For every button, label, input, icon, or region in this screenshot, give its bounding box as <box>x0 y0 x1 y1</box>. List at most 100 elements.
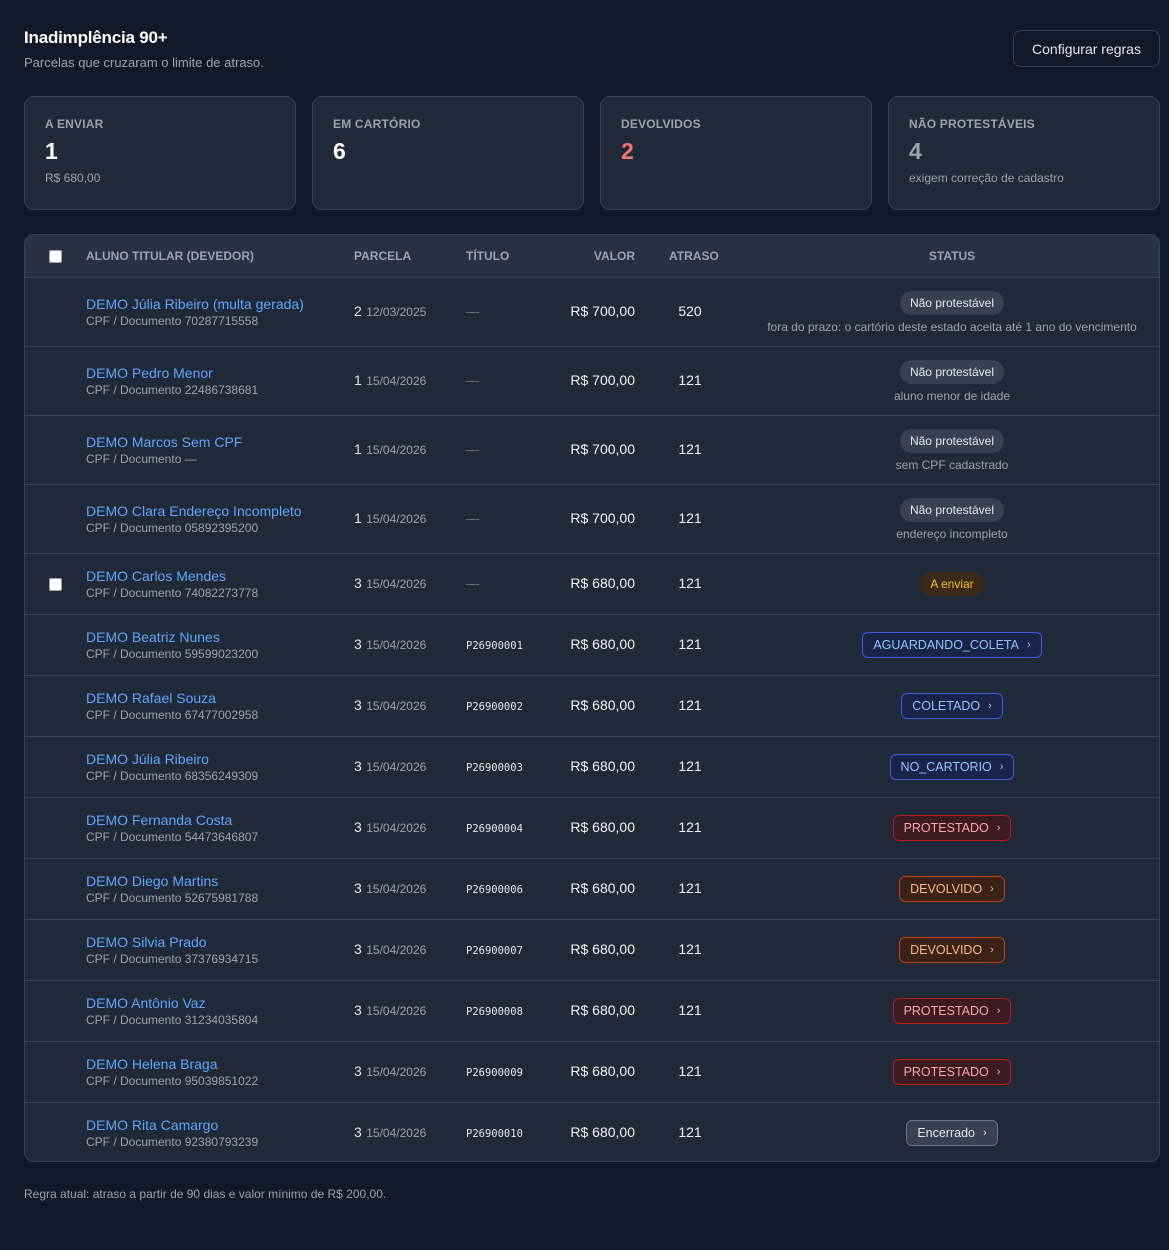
atraso-cell: 121 <box>635 1002 745 1020</box>
valor-amount: R$ 700,00 <box>570 372 635 388</box>
status-label: PROTESTADO <box>903 1065 989 1079</box>
titulo-code: P26900010 <box>466 1128 523 1140</box>
debtor-name-link[interactable]: DEMO Carlos Mendes <box>86 568 354 584</box>
status-cell: PROTESTADO › <box>745 998 1159 1024</box>
table-body: DEMO Júlia Ribeiro (multa gerada) CPF / D… <box>25 277 1159 1161</box>
valor-amount: R$ 680,00 <box>570 941 635 957</box>
atraso-cell: 121 <box>635 510 745 528</box>
parcela-number: 3 <box>354 880 362 896</box>
valor-amount: R$ 680,00 <box>570 1002 635 1018</box>
debtor-document: CPF / Documento 31234035804 <box>86 1013 259 1027</box>
atraso-days: 121 <box>678 372 702 388</box>
debtor-name-link[interactable]: DEMO Clara Endereço Incompleto <box>86 503 354 519</box>
debtor-cell: DEMO Helena Braga CPF / Documento 9503985… <box>86 1056 354 1088</box>
row-checkbox[interactable] <box>49 577 62 591</box>
status-pill[interactable]: COLETADO › <box>901 693 1003 719</box>
atraso-cell: 121 <box>635 880 745 898</box>
debtor-document: CPF / Documento 67477002958 <box>86 708 259 722</box>
card-label: A ENVIAR <box>45 117 104 131</box>
valor-cell: R$ 680,00 <box>538 941 635 959</box>
titulo-code: P26900004 <box>466 823 523 835</box>
debtor-name-link[interactable]: DEMO Júlia Ribeiro (multa gerada) <box>86 296 354 312</box>
debtor-cell: DEMO Pedro Menor CPF / Documento 22486738… <box>86 365 354 397</box>
parcela-date: 15/04/2026 <box>366 760 427 774</box>
configure-rules-button[interactable]: Configurar regras <box>1013 30 1160 67</box>
card-note: R$ 680,00 <box>45 171 101 185</box>
debtor-name-link[interactable]: DEMO Júlia Ribeiro <box>86 751 354 767</box>
titulo-cell: P26900009 <box>466 1063 538 1081</box>
status-label: DEVOLVIDO <box>910 943 983 957</box>
card-label: DEVOLVIDOS <box>621 117 701 131</box>
status-pill[interactable]: NO_CARTORIO › <box>889 754 1015 780</box>
debtor-name-link[interactable]: DEMO Pedro Menor <box>86 365 354 381</box>
status-label: COLETADO <box>912 699 981 713</box>
status-label: PROTESTADO <box>903 1004 989 1018</box>
select-all-checkbox[interactable] <box>49 249 62 263</box>
valor-cell: R$ 680,00 <box>538 1063 635 1081</box>
parcela-number: 3 <box>354 758 362 774</box>
card-devolvidos: DEVOLVIDOS 2 <box>600 96 872 210</box>
debtor-document: CPF / Documento 05892395200 <box>86 521 259 535</box>
status-pill[interactable]: Encerrado › <box>906 1120 998 1146</box>
valor-amount: R$ 680,00 <box>570 880 635 896</box>
atraso-cell: 121 <box>635 941 745 959</box>
parcela-cell: 3 15/04/2026 <box>354 575 466 593</box>
parcela-date: 15/04/2026 <box>366 1004 427 1018</box>
select-all-cell <box>25 249 86 263</box>
parcela-date: 15/04/2026 <box>366 821 427 835</box>
page-header: Inadimplência 90+ Parcelas que cruzaram … <box>24 28 1160 78</box>
valor-cell: R$ 680,00 <box>538 880 635 898</box>
status-note: endereço incompleto <box>896 526 1008 541</box>
status-pill[interactable]: PROTESTADO › <box>892 1059 1012 1085</box>
debtor-cell: DEMO Antônio Vaz CPF / Documento 31234035… <box>86 995 354 1027</box>
table-row: DEMO Silvia Prado CPF / Documento 3737693… <box>25 919 1159 980</box>
table-row: DEMO Carlos Mendes CPF / Documento 740822… <box>25 553 1159 614</box>
debtor-name-link[interactable]: DEMO Silvia Prado <box>86 934 354 950</box>
debtor-cell: DEMO Beatriz Nunes CPF / Documento 595990… <box>86 629 354 661</box>
debtor-name-link[interactable]: DEMO Antônio Vaz <box>86 995 354 1011</box>
debtor-name-link[interactable]: DEMO Beatriz Nunes <box>86 629 354 645</box>
parcela-date: 12/03/2025 <box>366 305 427 319</box>
delinquency-table: ALUNO TITULAR (DEVEDOR) PARCELA TÍTULO V… <box>24 234 1160 1162</box>
debtor-cell: DEMO Marcos Sem CPF CPF / Documento — <box>86 434 354 466</box>
chevron-right-icon: › <box>983 1127 987 1139</box>
titulo-code: — <box>466 511 479 526</box>
parcela-number: 3 <box>354 636 362 652</box>
atraso-cell: 121 <box>635 636 745 654</box>
debtor-name-link[interactable]: DEMO Rafael Souza <box>86 690 354 706</box>
valor-cell: R$ 680,00 <box>538 819 635 837</box>
table-row: DEMO Antônio Vaz CPF / Documento 31234035… <box>25 980 1159 1041</box>
debtor-name-link[interactable]: DEMO Marcos Sem CPF <box>86 434 354 450</box>
debtor-cell: DEMO Silvia Prado CPF / Documento 3737693… <box>86 934 354 966</box>
atraso-cell: 121 <box>635 575 745 593</box>
status-badge: Não protestável <box>899 497 1005 522</box>
debtor-name-link[interactable]: DEMO Helena Braga <box>86 1056 354 1072</box>
atraso-cell: 121 <box>635 441 745 459</box>
debtor-name-link[interactable]: DEMO Rita Camargo <box>86 1117 354 1133</box>
valor-amount: R$ 680,00 <box>570 1063 635 1079</box>
card-value: 6 <box>333 138 346 164</box>
status-pill[interactable]: AGUARDANDO_COLETA › <box>862 632 1042 658</box>
valor-amount: R$ 700,00 <box>570 441 635 457</box>
debtor-name-link[interactable]: DEMO Fernanda Costa <box>86 812 354 828</box>
status-pill[interactable]: DEVOLVIDO › <box>899 876 1005 902</box>
status-cell: COLETADO › <box>745 693 1159 719</box>
atraso-cell: 520 <box>635 303 745 321</box>
titulo-cell: P26900007 <box>466 941 538 959</box>
status-pill[interactable]: DEVOLVIDO › <box>899 937 1005 963</box>
parcela-number: 3 <box>354 819 362 835</box>
card-label: NÃO PROTESTÁVEIS <box>909 117 1035 131</box>
debtor-name-link[interactable]: DEMO Diego Martins <box>86 873 354 889</box>
status-cell: AGUARDANDO_COLETA › <box>745 632 1159 658</box>
col-titulo: TÍTULO <box>466 249 510 263</box>
status-pill[interactable]: PROTESTADO › <box>892 998 1012 1024</box>
atraso-days: 520 <box>678 303 702 319</box>
status-pill[interactable]: PROTESTADO › <box>892 815 1012 841</box>
debtor-cell: DEMO Diego Martins CPF / Documento 526759… <box>86 873 354 905</box>
parcela-number: 3 <box>354 1124 362 1140</box>
card-nao-protestaveis: NÃO PROTESTÁVEIS 4 exigem correção de ca… <box>888 96 1160 210</box>
debtor-document: CPF / Documento 95039851022 <box>86 1074 259 1088</box>
valor-cell: R$ 700,00 <box>538 303 635 321</box>
atraso-cell: 121 <box>635 697 745 715</box>
atraso-cell: 121 <box>635 819 745 837</box>
